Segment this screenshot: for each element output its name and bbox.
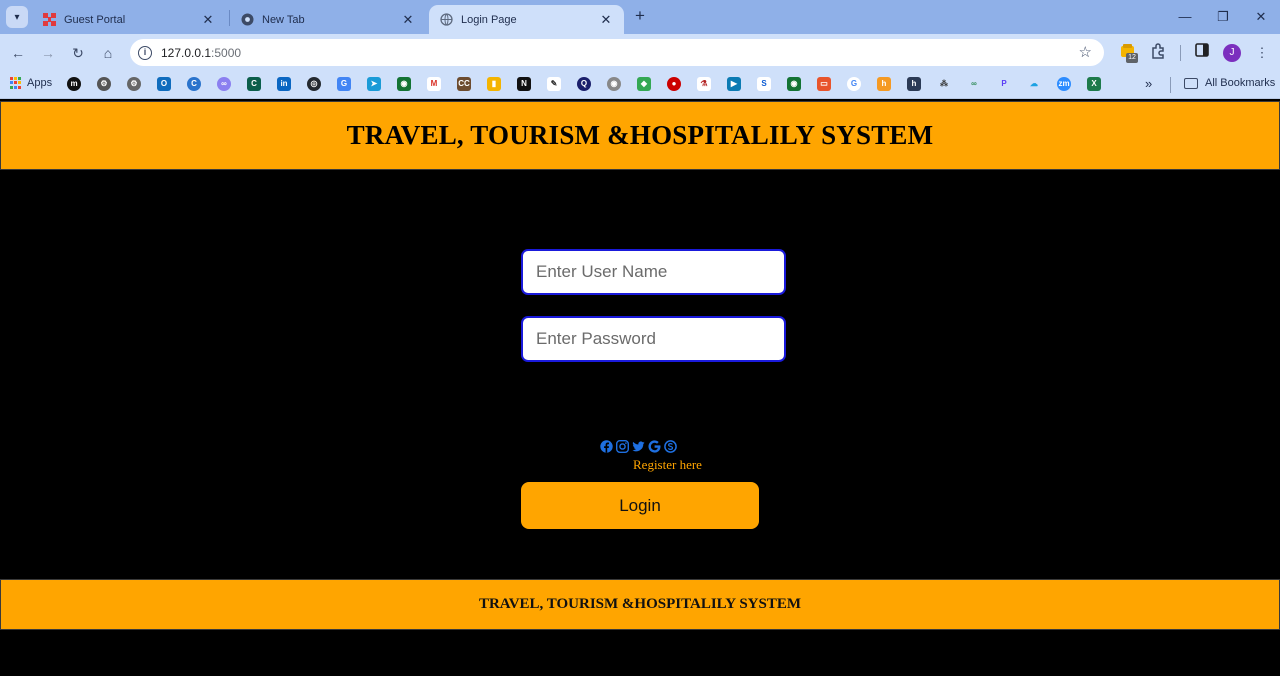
side-panel-icon[interactable] (1192, 43, 1212, 63)
settings-icon[interactable]: ⚙ (97, 77, 111, 91)
excel-icon[interactable]: X (1087, 77, 1101, 91)
new-tab-button[interactable]: + (630, 7, 650, 27)
extension-badge: 12 (1126, 53, 1138, 63)
news-icon[interactable]: N (517, 77, 531, 91)
outlook-icon[interactable]: O (157, 77, 171, 91)
apps-label: Apps (27, 77, 53, 89)
medium-icon[interactable]: m (67, 77, 81, 91)
h-icon[interactable]: h (907, 77, 921, 91)
bookmark-star-icon[interactable]: ☆ (1079, 43, 1092, 61)
pencil-icon[interactable]: ✎ (547, 77, 561, 91)
apps-shortcut[interactable]: Apps (10, 77, 52, 89)
tab-new-tab[interactable]: New Tab ✕ (230, 5, 426, 34)
close-icon[interactable]: ✕ (598, 12, 614, 28)
page-title: TRAVEL, TOURISM &HOSPITALILY SYSTEM (346, 120, 934, 150)
profile-avatar[interactable]: J (1223, 44, 1241, 62)
zoom-icon[interactable]: zm (1057, 77, 1071, 91)
tab-login-page[interactable]: Login Page ✕ (429, 5, 624, 34)
password-input[interactable] (521, 316, 786, 362)
bookmarks-bar: Apps m ⚙ ⚙ O C ∞ C in ◎ G ➤ ◉ M CC ▮ N ✎… (0, 71, 1280, 99)
p-icon[interactable]: P (997, 77, 1011, 91)
login-page: TRAVEL, TOURISM &HOSPITALILY SYSTEM Logi… (0, 100, 1280, 676)
page-footer: TRAVEL, TOURISM &HOSPITALILY SYSTEM (0, 579, 1280, 630)
tab-guest-portal[interactable]: Guest Portal ✕ (32, 5, 226, 34)
github-icon[interactable]: ◎ (307, 77, 321, 91)
tab-title: Login Page (461, 13, 517, 26)
chrome-icon (240, 13, 254, 27)
facebook-icon[interactable] (600, 440, 613, 453)
brand-icon[interactable]: ▭ (817, 77, 831, 91)
address-bar[interactable]: i 127.0.0.1:5000 ☆ (130, 39, 1104, 66)
username-input[interactable] (521, 249, 786, 295)
extensions-puzzle-icon[interactable] (1148, 43, 1168, 63)
h-icon[interactable]: h (877, 77, 891, 91)
tab-title: Guest Portal (64, 13, 126, 26)
chegg-icon[interactable]: C (247, 77, 261, 91)
close-icon[interactable]: ✕ (400, 12, 416, 28)
google-icon[interactable] (648, 440, 661, 453)
home-icon[interactable]: ⌂ (97, 42, 119, 64)
tab-search-button[interactable]: ▾ (6, 6, 28, 28)
browser-toolbar: ← → ↻ ⌂ i 127.0.0.1:5000 ☆ 12 J ⋮ (0, 34, 1280, 71)
copilot-icon[interactable]: ∞ (217, 77, 231, 91)
social-links (600, 440, 677, 453)
restore-button[interactable]: ❐ (1206, 6, 1240, 28)
tab-title: New Tab (262, 13, 305, 26)
settings-icon[interactable]: ⚙ (127, 77, 141, 91)
tab-strip: ▾ Guest Portal ✕ New Tab ✕ Login Page ✕ … (0, 0, 1280, 34)
bookmarks-divider (1170, 77, 1171, 93)
send-icon[interactable]: ➤ (367, 77, 381, 91)
google-icon[interactable]: G (847, 77, 861, 91)
close-icon[interactable]: ✕ (200, 12, 216, 28)
reload-icon[interactable]: ↻ (67, 42, 89, 64)
bookmark-icon[interactable]: ◉ (787, 77, 801, 91)
url-host: 127.0.0.1 (161, 45, 212, 60)
toolbar-divider (1180, 45, 1181, 61)
lab-icon[interactable]: ⚗ (697, 77, 711, 91)
q-icon[interactable]: Q (577, 77, 591, 91)
forward-icon[interactable]: → (37, 42, 59, 64)
site-info-icon[interactable]: i (138, 45, 152, 60)
back-icon[interactable]: ← (7, 42, 29, 64)
register-link[interactable]: Register here (633, 457, 702, 473)
coursera-icon[interactable]: C (187, 77, 201, 91)
instagram-icon[interactable] (616, 440, 629, 453)
more-menu-icon[interactable]: ⋮ (1252, 43, 1272, 63)
all-bookmarks-folder[interactable]: All Bookmarks (1184, 77, 1275, 89)
gmail-icon[interactable]: M (427, 77, 441, 91)
apps-grid-icon (10, 77, 22, 89)
minimize-button[interactable]: — (1168, 6, 1202, 28)
skype-icon[interactable] (664, 440, 677, 453)
fortinet-icon (42, 13, 56, 27)
play-icon[interactable]: ▶ (727, 77, 741, 91)
footer-title: TRAVEL, TOURISM &HOSPITALILY SYSTEM (478, 596, 802, 612)
eye-icon[interactable]: ◉ (607, 77, 621, 91)
redhat-icon[interactable]: ● (667, 77, 681, 91)
linkedin-icon[interactable]: in (277, 77, 291, 91)
maps-icon[interactable]: ◆ (637, 77, 651, 91)
login-button[interactable]: Login (521, 482, 759, 529)
close-window-button[interactable]: ✕ (1244, 6, 1278, 28)
bookmark-icon[interactable]: ◉ (397, 77, 411, 91)
chevron-more-icon[interactable]: » (1145, 76, 1152, 91)
globe-icon (439, 13, 453, 27)
address-url[interactable]: 127.0.0.1:5000 (161, 46, 241, 60)
url-port: :5000 (211, 45, 242, 60)
folder-icon (1184, 77, 1198, 89)
grid-icon[interactable]: ⁂ (937, 77, 951, 91)
charts-icon[interactable]: ▮ (487, 77, 501, 91)
translate-icon[interactable]: G (337, 77, 351, 91)
all-bookmarks-label: All Bookmarks (1205, 77, 1276, 89)
s-icon[interactable]: S (757, 77, 771, 91)
twitter-icon[interactable] (632, 440, 645, 453)
link-icon[interactable]: ∞ (967, 77, 981, 91)
page-header: TRAVEL, TOURISM &HOSPITALILY SYSTEM (0, 101, 1280, 170)
cloud-icon[interactable]: ☁ (1027, 77, 1041, 91)
cc-icon[interactable]: CC (457, 77, 471, 91)
